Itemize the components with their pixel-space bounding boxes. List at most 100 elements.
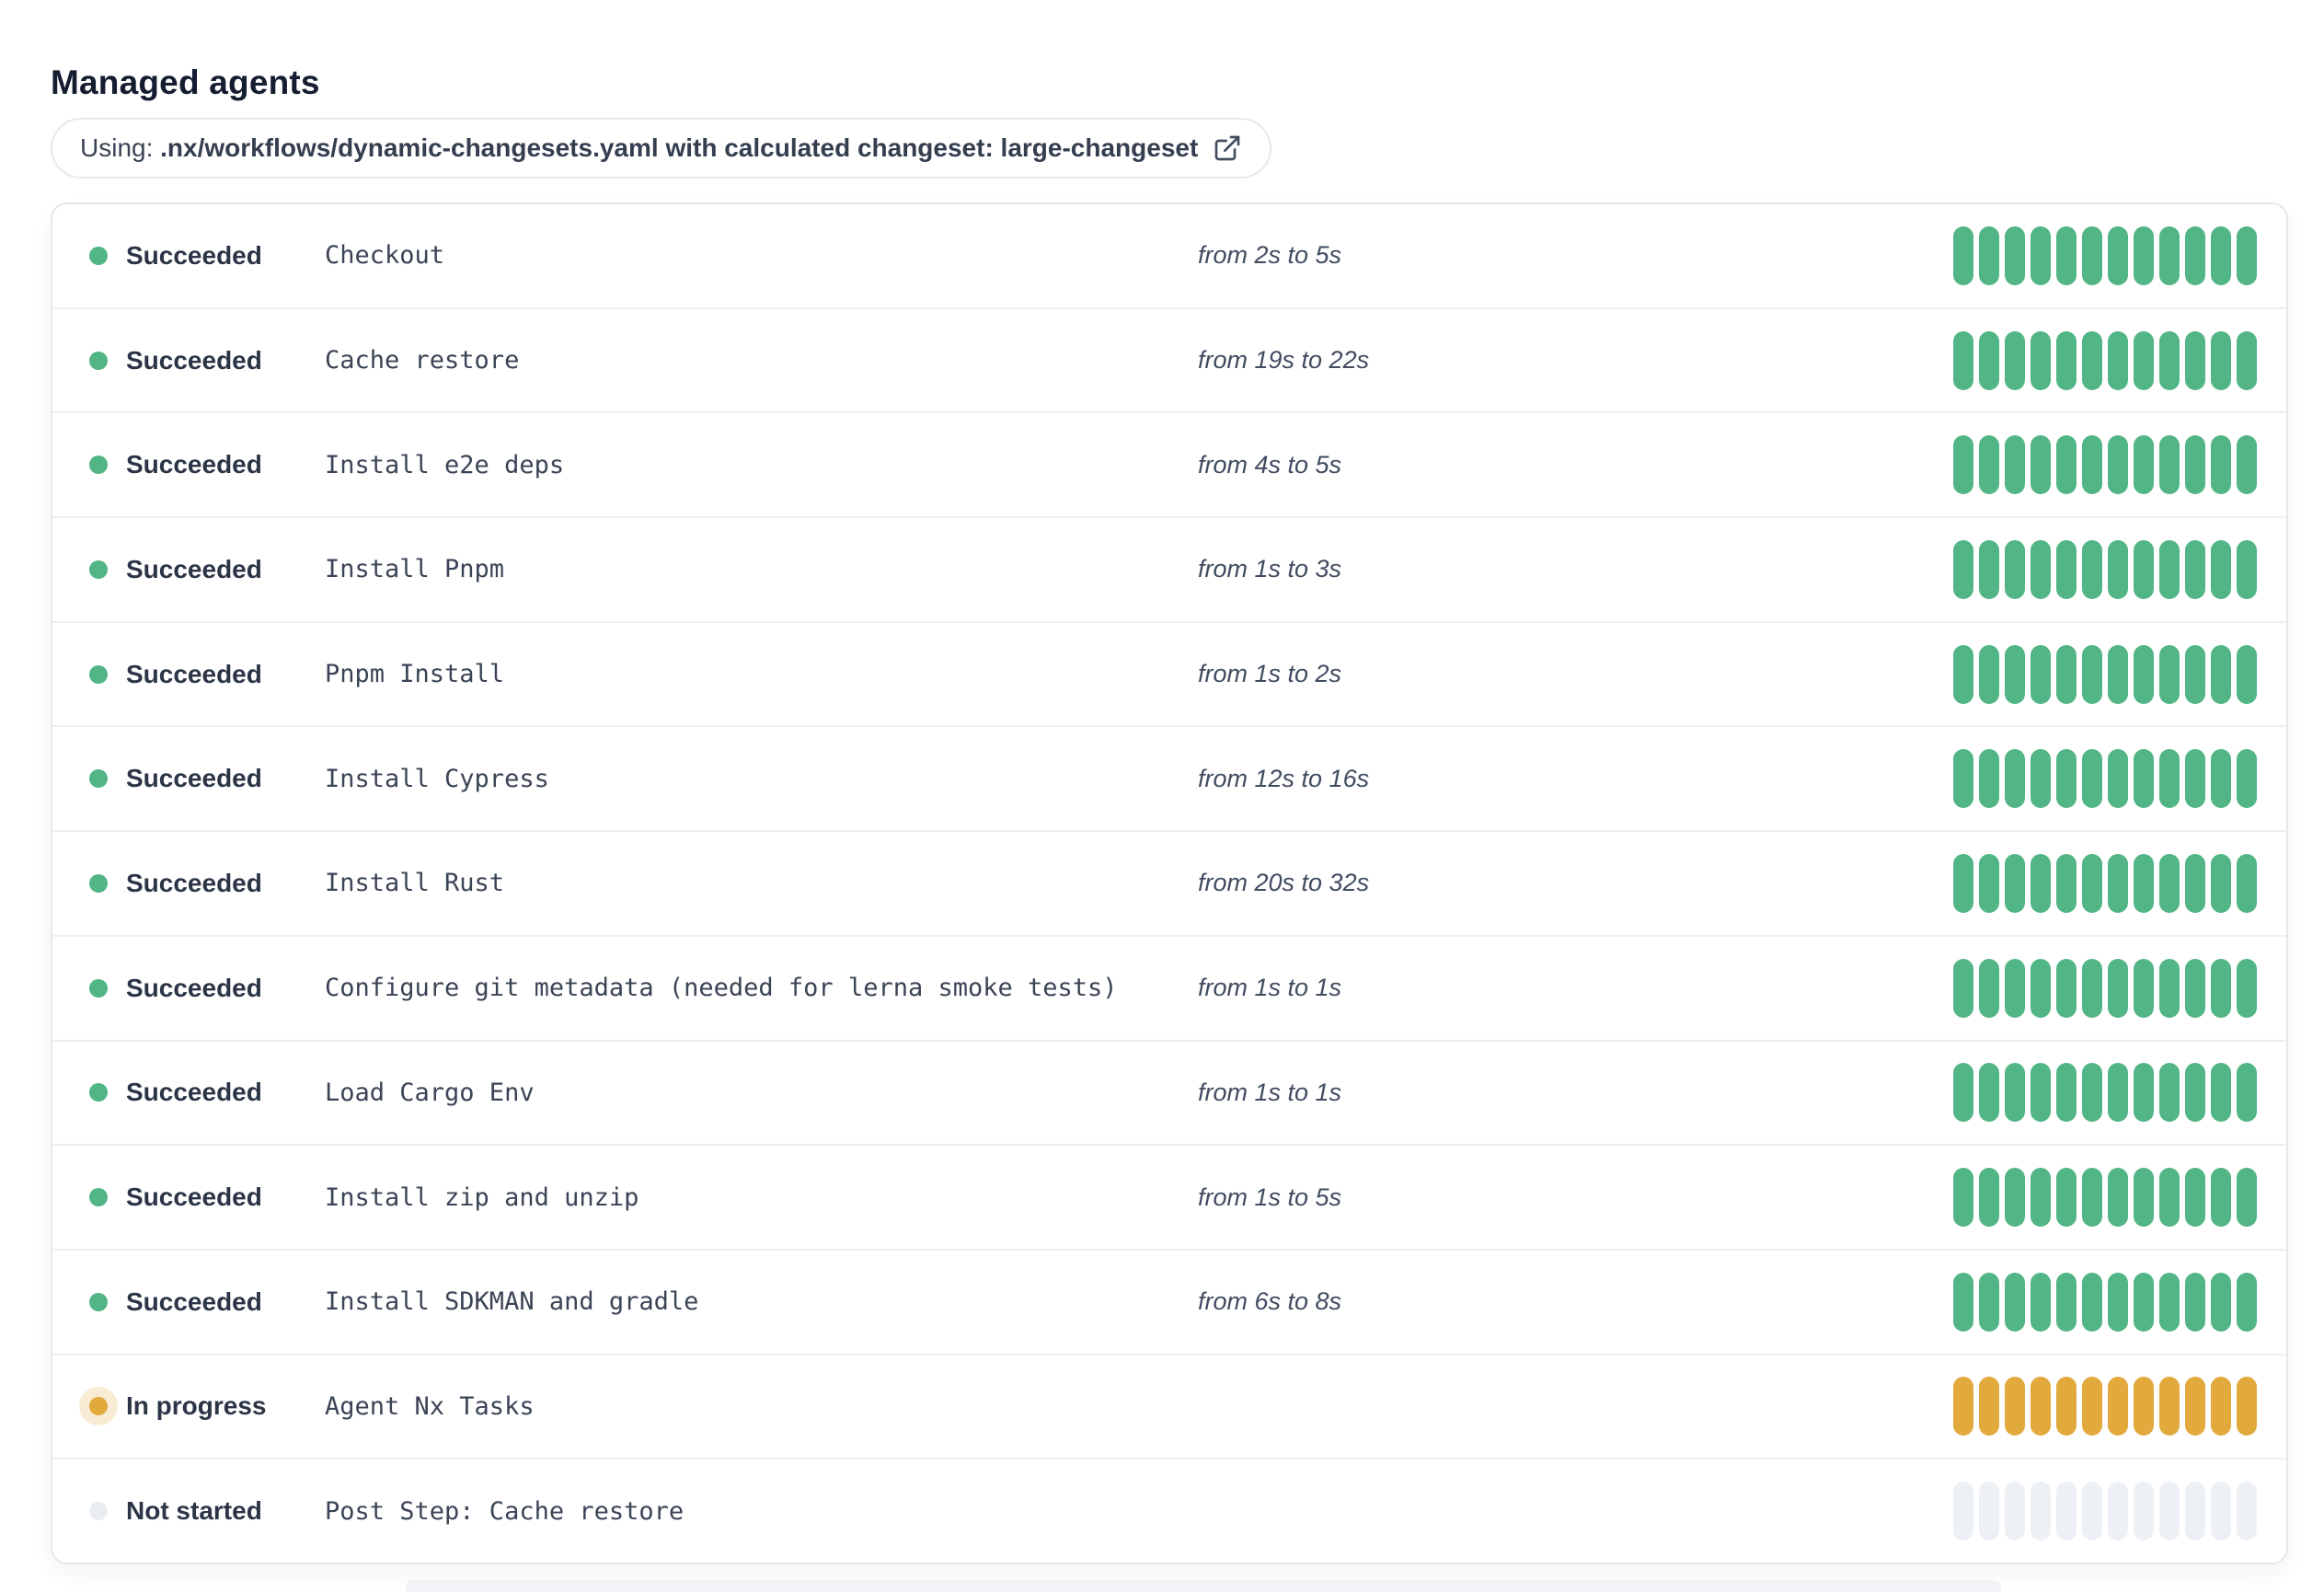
progress-segment xyxy=(2108,644,2128,704)
status-label: Succeeded xyxy=(126,345,262,375)
progress-segment xyxy=(2237,1377,2257,1436)
step-duration: from 1s to 1s xyxy=(1198,1078,1342,1106)
progress-segment xyxy=(2108,1482,2128,1541)
status-label: Succeeded xyxy=(126,554,262,583)
progress-segment xyxy=(2159,225,2180,285)
progress-segment xyxy=(1979,1482,1999,1541)
progress-segment xyxy=(2031,435,2051,495)
step-duration-cell: from 2s to 5s xyxy=(1198,241,1953,270)
progress-segment xyxy=(2108,958,2128,1018)
progress-segment xyxy=(2211,1063,2231,1123)
progress-segments xyxy=(1953,853,2257,913)
status-dot xyxy=(89,664,108,684)
progress-segment xyxy=(2005,330,2025,390)
progress-segment xyxy=(2056,1272,2077,1332)
agent-step-row[interactable]: Succeeded Pnpm Install from 1s to 2s xyxy=(52,620,2286,726)
progress-segment xyxy=(1953,435,1973,495)
progress-segment xyxy=(2031,1063,2051,1123)
progress-segment xyxy=(2056,958,2077,1018)
progress-segment xyxy=(2056,435,2077,495)
progress-segment xyxy=(1979,225,1999,285)
progress-segment xyxy=(1953,749,1973,809)
progress-segments xyxy=(1953,1482,2257,1541)
status-label: Succeeded xyxy=(126,764,262,793)
progress-segment xyxy=(2005,539,2025,599)
step-duration-cell: from 1s to 1s xyxy=(1198,974,1953,1002)
progress-segments xyxy=(1953,749,2257,809)
progress-segment xyxy=(2134,853,2154,913)
agent-step-row[interactable]: Succeeded Install zip and unzip from 1s … xyxy=(52,1144,2286,1249)
progress-segment xyxy=(2211,1272,2231,1332)
step-name: Checkout xyxy=(325,241,445,271)
progress-segment xyxy=(2082,1377,2102,1436)
progress-segment xyxy=(2031,330,2051,390)
progress-segment xyxy=(2159,853,2180,913)
step-duration: from 6s to 8s xyxy=(1198,1287,1342,1316)
agent-step-row[interactable]: Succeeded Install e2e deps from 4s to 5s xyxy=(52,411,2286,517)
progress-segment xyxy=(2159,644,2180,704)
progress-segment xyxy=(1953,1482,1973,1541)
agent-step-row[interactable]: Succeeded Install SDKMAN and gradle from… xyxy=(52,1248,2286,1354)
progress-segment xyxy=(2108,539,2128,599)
progress-segment xyxy=(1979,1272,1999,1332)
progress-segment xyxy=(1979,1377,1999,1436)
progress-segment xyxy=(2185,749,2205,809)
step-duration-cell: from 1s to 1s xyxy=(1198,1079,1953,1107)
progress-segment xyxy=(2159,330,2180,390)
workflow-source-link[interactable]: Using: .nx/workflows/dynamic-changesets.… xyxy=(51,118,1272,179)
progress-segment xyxy=(2185,958,2205,1018)
status-label: Succeeded xyxy=(126,868,262,897)
step-duration: from 2s to 5s xyxy=(1198,241,1342,270)
step-name: Cache restore xyxy=(325,346,520,375)
progress-segment xyxy=(1979,749,1999,809)
progress-segment xyxy=(1953,539,1973,599)
progress-segment xyxy=(2082,853,2102,913)
progress-segment xyxy=(2185,225,2205,285)
agent-step-row[interactable]: Succeeded Install Pnpm from 1s to 3s xyxy=(52,516,2286,621)
progress-segment xyxy=(2211,644,2231,704)
progress-segment xyxy=(2159,539,2180,599)
status-dot xyxy=(89,351,108,370)
progress-segment xyxy=(2082,958,2102,1018)
status-dot xyxy=(89,560,108,579)
progress-segments xyxy=(1953,225,2257,285)
progress-segment xyxy=(2082,435,2102,495)
step-duration-cell: from 1s to 3s xyxy=(1198,555,1953,583)
progress-segment xyxy=(2185,1272,2205,1332)
agent-step-row[interactable]: Succeeded Install Cypress from 12s to 16… xyxy=(52,725,2286,831)
progress-segment xyxy=(2056,225,2077,285)
managed-agents-card: Succeeded Checkout from 2s to 5s Succeed… xyxy=(51,202,2288,1564)
progress-segment xyxy=(2005,1377,2025,1436)
progress-segment xyxy=(2237,1272,2257,1332)
agent-step-row[interactable]: Succeeded Install Rust from 20s to 32s xyxy=(52,830,2286,935)
progress-segment xyxy=(2237,853,2257,913)
agent-step-row[interactable]: Not started Post Step: Cache restore xyxy=(52,1458,2286,1563)
status-cell: In progress xyxy=(79,1387,325,1426)
agent-step-row[interactable]: Succeeded Configure git metadata (needed… xyxy=(52,934,2286,1040)
progress-segment xyxy=(2134,435,2154,495)
step-name-cell: Install Cypress xyxy=(325,765,1198,793)
step-name-cell: Install e2e deps xyxy=(325,451,1198,479)
progress-segment xyxy=(2108,225,2128,285)
progress-segment xyxy=(2056,1168,2077,1228)
agent-step-row[interactable]: Succeeded Checkout from 2s to 5s xyxy=(52,204,2286,307)
progress-segment xyxy=(2056,749,2077,809)
step-name: Pnpm Install xyxy=(325,660,505,689)
progress-segment xyxy=(2108,1377,2128,1436)
agent-step-row[interactable]: In progress Agent Nx Tasks xyxy=(52,1353,2286,1459)
progress-segment xyxy=(2005,644,2025,704)
progress-segment xyxy=(2237,749,2257,809)
step-duration: from 20s to 32s xyxy=(1198,869,1370,897)
step-duration: from 12s to 16s xyxy=(1198,764,1370,792)
agent-step-row[interactable]: Succeeded Load Cargo Env from 1s to 1s xyxy=(52,1039,2286,1145)
status-label: In progress xyxy=(126,1391,267,1421)
agent-step-row[interactable]: Succeeded Cache restore from 19s to 22s xyxy=(52,306,2286,412)
progress-segment xyxy=(2185,1168,2205,1228)
progress-segment xyxy=(2082,1482,2102,1541)
progress-segment xyxy=(2108,749,2128,809)
progress-segment xyxy=(1953,958,1973,1018)
status-dot xyxy=(89,246,108,265)
step-duration: from 1s to 5s xyxy=(1198,1182,1342,1211)
step-name-cell: Post Step: Cache restore xyxy=(325,1497,1198,1526)
progress-segment xyxy=(2211,539,2231,599)
